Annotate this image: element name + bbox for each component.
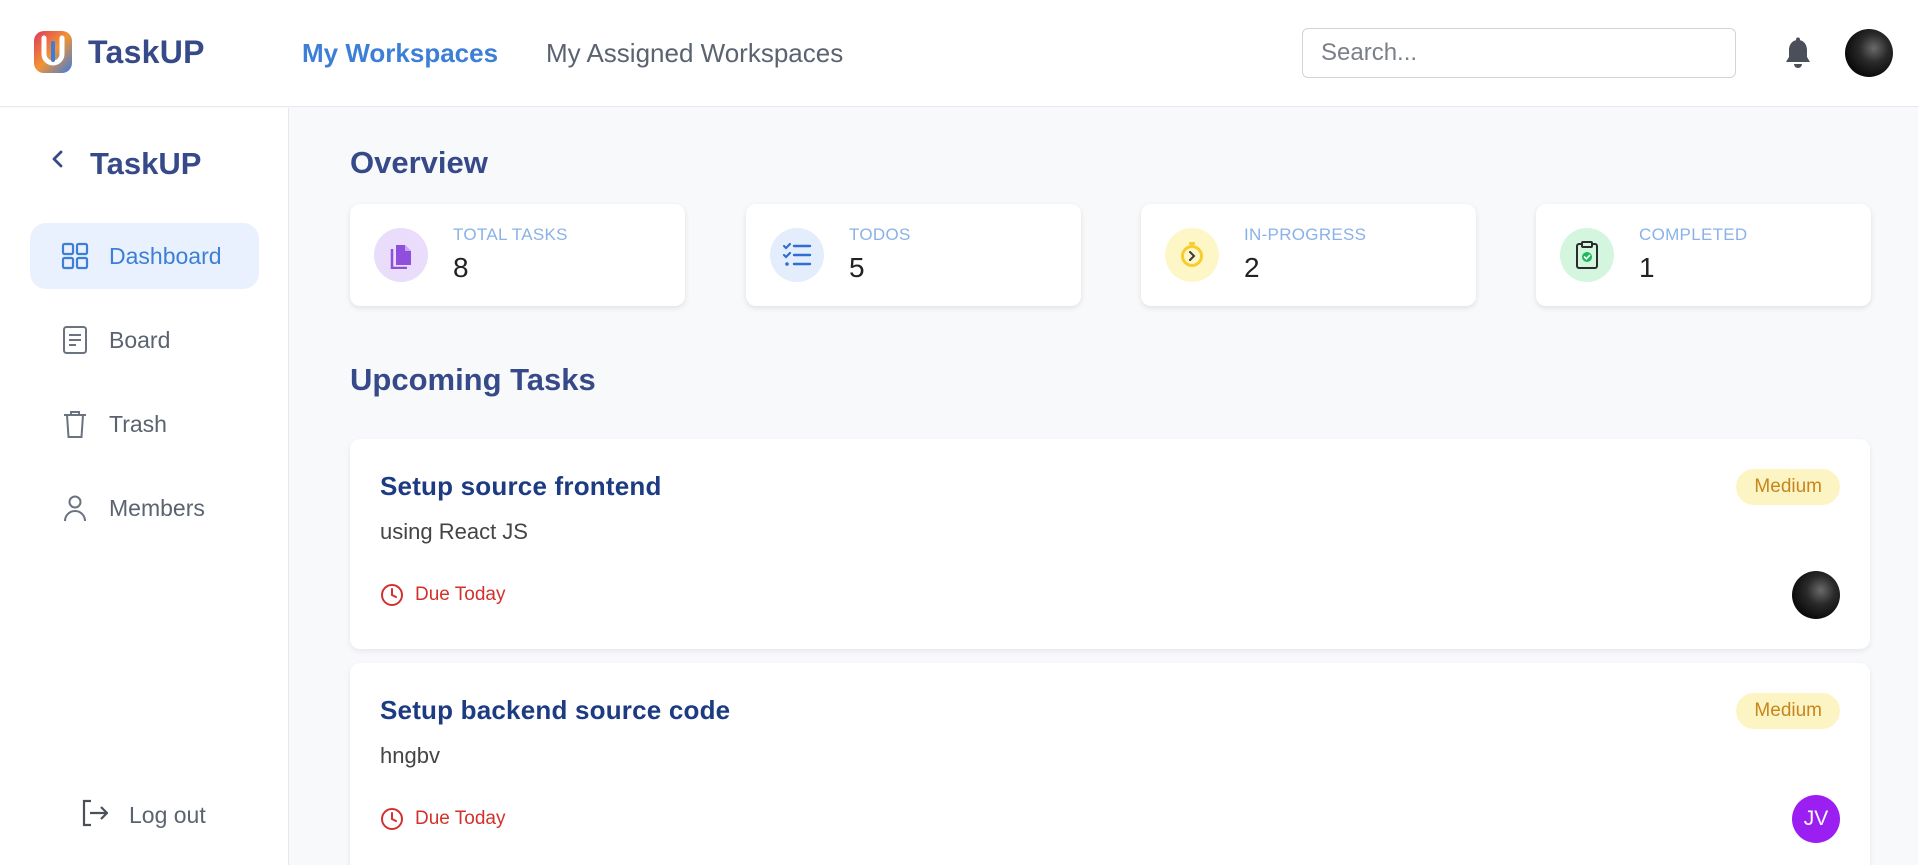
user-avatar[interactable] <box>1845 29 1893 77</box>
stat-value: 5 <box>849 252 865 283</box>
logo-icon <box>34 31 72 73</box>
upcoming-tasks-title: Upcoming Tasks <box>350 362 596 397</box>
stat-card-todos: TODOS 5 <box>746 204 1081 306</box>
top-header: TaskUP My Workspaces My Assigned Workspa… <box>0 0 1918 107</box>
trash-icon <box>60 409 90 439</box>
sidebar: TaskUP Dashboard Board Trash Members Log… <box>0 108 289 865</box>
nav-my-assigned-workspaces[interactable]: My Assigned Workspaces <box>546 38 843 69</box>
stat-value: 1 <box>1639 252 1655 283</box>
bell-icon[interactable] <box>1782 37 1814 71</box>
overview-title: Overview <box>350 145 488 180</box>
stat-label: IN-PROGRESS <box>1244 225 1367 244</box>
sidebar-title: TaskUP <box>90 146 202 181</box>
due-label: Due Today <box>415 584 506 605</box>
document-icon <box>60 325 90 355</box>
task-title[interactable]: Setup source frontend <box>380 471 662 502</box>
logout-button[interactable]: Log out <box>80 798 206 833</box>
app-name: TaskUP <box>88 33 205 70</box>
task-card[interactable]: Setup source frontend using React JS Med… <box>350 439 1870 649</box>
grid-icon <box>60 241 90 271</box>
task-card[interactable]: Setup backend source code hngbv Medium D… <box>350 663 1870 865</box>
sidebar-item-label: Board <box>109 326 171 353</box>
assignee-avatar[interactable]: JV <box>1792 795 1840 843</box>
clock-icon <box>381 808 403 830</box>
chevron-left-icon[interactable] <box>48 146 68 172</box>
files-icon <box>374 228 428 282</box>
assignee-avatar[interactable] <box>1792 571 1840 619</box>
stat-label: TOTAL TASKS <box>453 225 568 244</box>
search-input[interactable] <box>1302 28 1736 78</box>
sidebar-item-label: Members <box>109 494 205 521</box>
stat-card-in-progress: IN-PROGRESS 2 <box>1141 204 1476 306</box>
stat-value: 8 <box>453 252 469 283</box>
timer-icon <box>1165 228 1219 282</box>
checklist-icon <box>770 228 824 282</box>
app-logo[interactable]: TaskUP <box>33 30 205 74</box>
clipboard-check-icon <box>1560 228 1614 282</box>
nav-my-workspaces[interactable]: My Workspaces <box>302 38 498 69</box>
sidebar-item-label: Trash <box>109 410 167 437</box>
task-title[interactable]: Setup backend source code <box>380 695 730 726</box>
user-icon <box>60 493 90 523</box>
priority-badge: Medium <box>1736 693 1840 729</box>
clock-icon <box>381 584 403 606</box>
stat-value: 2 <box>1244 252 1260 283</box>
stat-card-total-tasks: TOTAL TASKS 8 <box>350 204 685 306</box>
priority-badge: Medium <box>1736 469 1840 505</box>
stat-label: TODOS <box>849 225 911 244</box>
task-description: hngbv <box>380 743 440 768</box>
sidebar-item-board[interactable]: Board <box>30 307 259 373</box>
sidebar-item-dashboard[interactable]: Dashboard <box>30 223 259 289</box>
logout-icon <box>80 798 110 833</box>
sidebar-item-members[interactable]: Members <box>30 475 259 541</box>
stat-card-completed: COMPLETED 1 <box>1536 204 1871 306</box>
due-date: Due Today <box>380 583 506 607</box>
logout-label: Log out <box>129 802 206 828</box>
task-description: using React JS <box>380 519 528 544</box>
due-date: Due Today <box>380 807 506 831</box>
sidebar-item-label: Dashboard <box>109 242 222 269</box>
due-label: Due Today <box>415 808 506 829</box>
stat-label: COMPLETED <box>1639 225 1748 244</box>
sidebar-item-trash[interactable]: Trash <box>30 391 259 457</box>
